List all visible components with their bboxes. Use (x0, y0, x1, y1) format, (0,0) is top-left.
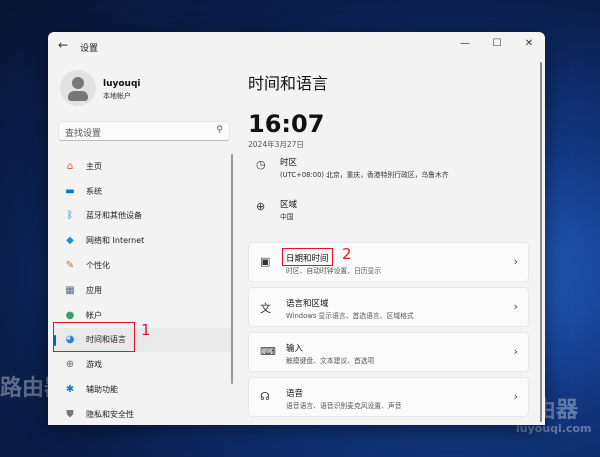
sidebar-item-label: 应用 (86, 285, 102, 295)
annotation-box-2 (282, 248, 333, 266)
current-time: 16:07 (248, 110, 325, 138)
sidebar-item-label: 隐私和安全性 (86, 409, 134, 419)
info-sub: (UTC+08:00) 北京，重庆，香港特别行政区，乌鲁木齐 (280, 171, 449, 179)
card-speech[interactable]: ☊ 语音 语音语言、语音识别麦克风设置、声音 › (248, 377, 529, 417)
chevron-right-icon: › (513, 300, 518, 313)
sidebar-item-system[interactable]: ▬ 系统 (53, 179, 233, 204)
sidebar-nav: ⌂ 主页 ▬ 系统 ᛒ 蓝牙和其他设备 ◆ 网络和 Internet ✎ 个性化 ▦ 应用 … (53, 154, 233, 425)
home-icon: ⌂ (66, 160, 74, 172)
chevron-right-icon: › (513, 390, 518, 403)
sidebar-item-label: 网络和 Internet (86, 236, 145, 246)
monitor-icon: ▬ (65, 185, 75, 197)
annotation-number-1: 1 (141, 321, 151, 339)
search-placeholder: 查找设置 (65, 129, 102, 139)
title-bar: ← 设置 — ☐ ✕ (48, 32, 545, 60)
avatar[interactable] (60, 70, 96, 106)
info-title: 区域 (280, 200, 298, 210)
sidebar-item-privacy[interactable]: ⛊ 隐私和安全性 (53, 402, 233, 425)
accessibility-icon: ✱ (65, 384, 75, 396)
apps-icon: ▦ (65, 284, 75, 296)
card-title: 输入 (286, 344, 304, 354)
maximize-button[interactable]: ☐ (481, 32, 513, 54)
calendar-clock-icon: ▣ (260, 255, 271, 268)
sidebar-item-gaming[interactable]: ⊕ 游戏 (53, 352, 233, 377)
speech-icon: ☊ (260, 390, 270, 403)
sidebar-item-network[interactable]: ◆ 网络和 Internet (53, 228, 233, 253)
shield-icon: ⛊ (66, 408, 74, 420)
account-icon: ● (65, 309, 75, 321)
close-button[interactable]: ✕ (513, 32, 545, 54)
card-input[interactable]: ⌨ 输入 触摸键盘、文本建议、首选项 › (248, 332, 529, 372)
card-sub: 触摸键盘、文本建议、首选项 (286, 357, 375, 365)
sidebar-item-home[interactable]: ⌂ 主页 (53, 154, 233, 179)
sidebar-item-bluetooth[interactable]: ᛒ 蓝牙和其他设备 (53, 204, 233, 229)
annotation-box-1 (53, 322, 135, 352)
bluetooth-icon: ᛒ (67, 210, 73, 222)
sidebar-item-label: 辅助功能 (86, 385, 118, 395)
sidebar-item-label: 帐户 (86, 310, 102, 320)
info-title: 时区 (280, 158, 298, 168)
info-sub: 中国 (280, 213, 294, 221)
app-title: 设置 (80, 44, 99, 54)
back-button[interactable]: ← (58, 38, 68, 52)
annotation-number-2: 2 (342, 245, 352, 263)
sidebar-item-label: 蓝牙和其他设备 (86, 211, 142, 221)
minimize-button[interactable]: — (449, 32, 481, 54)
sidebar-item-label: 游戏 (86, 360, 102, 370)
current-date: 2024年3月27日 (248, 140, 304, 149)
page-title: 时间和语言 (248, 74, 329, 93)
globe-icon: ⊕ (256, 200, 266, 213)
language-icon: 文 (260, 302, 271, 315)
card-sub: 语音语言、语音识别麦克风设置、声音 (286, 402, 402, 410)
chevron-right-icon: › (513, 255, 518, 268)
content-scrollbar[interactable] (540, 62, 542, 422)
card-title: 语言和区域 (286, 299, 329, 309)
search-input[interactable]: 查找设置 ⚲ (58, 121, 230, 141)
keyboard-icon: ⌨ (260, 345, 276, 358)
gamepad-icon: ⊕ (65, 359, 75, 371)
sidebar-item-label: 个性化 (86, 261, 110, 271)
sidebar-item-accessibility[interactable]: ✱ 辅助功能 (53, 377, 233, 402)
account-type: 本地帐户 (103, 92, 131, 100)
card-sub: 时区、自动时钟设置、日历显示 (286, 267, 382, 275)
card-language-region[interactable]: 文 语言和区域 Windows 显示语言、首选语言、区域格式 › (248, 287, 529, 327)
card-sub: Windows 显示语言、首选语言、区域格式 (286, 312, 414, 320)
sidebar-item-label: 主页 (86, 161, 102, 171)
settings-window: ← 设置 — ☐ ✕ luyouqi 本地帐户 查找设置 ⚲ ⌂ 主页 ▬ 系统 ᛒ 蓝… (48, 32, 545, 425)
sidebar-item-personalization[interactable]: ✎ 个性化 (53, 253, 233, 278)
search-icon: ⚲ (216, 125, 223, 135)
sidebar-item-label: 系统 (86, 186, 102, 196)
user-name: luyouqi (103, 79, 141, 89)
brush-icon: ✎ (65, 260, 75, 272)
clock-globe-icon: ◷ (256, 158, 266, 171)
sidebar-scrollbar[interactable] (231, 154, 233, 384)
chevron-right-icon: › (513, 345, 518, 358)
wifi-icon: ◆ (66, 235, 74, 247)
card-title: 语音 (286, 389, 304, 399)
sidebar-item-apps[interactable]: ▦ 应用 (53, 278, 233, 303)
